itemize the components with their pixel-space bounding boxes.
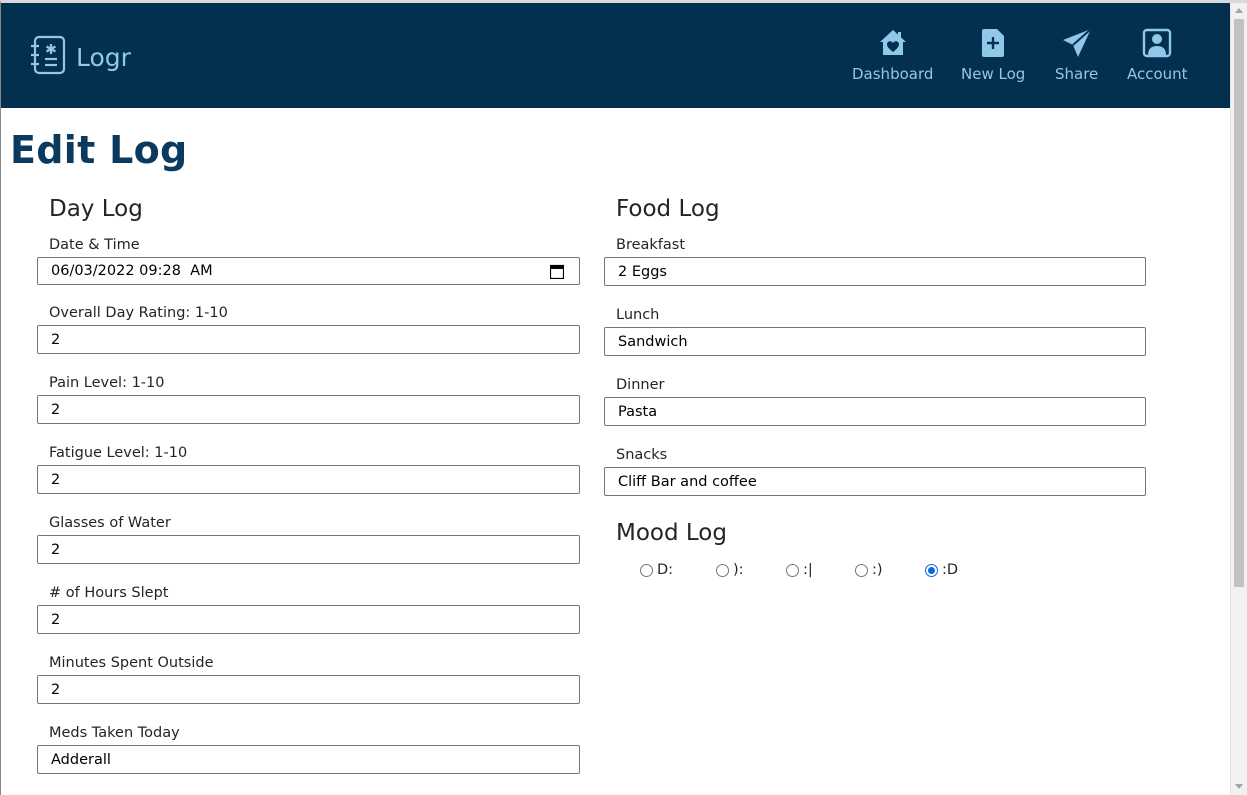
breakfast-input[interactable]: 2 Eggs <box>604 257 1146 286</box>
meds-input[interactable]: Adderall <box>37 745 580 774</box>
brand[interactable]: Logr <box>29 35 131 75</box>
pain-level-input[interactable]: 2 <box>37 395 580 424</box>
top-navbar: Logr Dashboard New Log Share Account <box>1 3 1230 108</box>
house-heart-icon <box>879 30 906 55</box>
food-log-title: Food Log <box>616 196 720 222</box>
snacks-label: Snacks <box>616 447 668 463</box>
meds-value: Adderall <box>51 751 111 768</box>
scroll-down-arrow-icon[interactable] <box>1235 784 1243 789</box>
minutes-outside-input[interactable]: 2 <box>37 675 580 704</box>
mood-option-neutral[interactable]: :| <box>786 562 813 578</box>
date-time-input[interactable]: 06/03/2022 09:28 AM <box>37 257 580 285</box>
nav-account-label: Account <box>1127 65 1188 83</box>
brand-name: Logr <box>76 42 131 72</box>
mood-radio-sad[interactable] <box>716 563 729 577</box>
mood-label-sad: ): <box>733 562 744 578</box>
mood-option-sad[interactable]: ): <box>716 562 744 578</box>
pain-level-value: 2 <box>51 401 61 418</box>
lunch-value: Sandwich <box>618 333 688 350</box>
mood-radio-very-happy[interactable] <box>925 563 938 577</box>
day-rating-value: 2 <box>51 331 61 348</box>
fatigue-level-input[interactable]: 2 <box>37 465 580 494</box>
nav-account[interactable]: Account <box>1127 27 1188 83</box>
mood-log-title: Mood Log <box>616 520 727 546</box>
fatigue-level-value: 2 <box>51 471 61 488</box>
minutes-outside-label: Minutes Spent Outside <box>49 655 214 671</box>
pain-level-label: Pain Level: 1-10 <box>49 375 165 391</box>
dinner-value: Pasta <box>618 403 658 420</box>
water-label: Glasses of Water <box>49 515 171 531</box>
hours-slept-value: 2 <box>51 611 61 628</box>
journal-icon <box>31 35 66 75</box>
mood-label-very-happy: :D <box>942 562 959 578</box>
nav-new-log[interactable]: New Log <box>961 27 1025 83</box>
day-rating-label: Overall Day Rating: 1-10 <box>49 305 228 321</box>
calendar-icon[interactable] <box>550 264 564 279</box>
water-input[interactable]: 2 <box>37 535 580 564</box>
mood-radio-neutral[interactable] <box>786 563 799 577</box>
page-title: Edit Log <box>10 128 188 172</box>
scroll-thumb[interactable] <box>1234 19 1244 587</box>
send-icon <box>1062 28 1092 57</box>
nav-dashboard[interactable]: Dashboard <box>852 27 933 83</box>
mood-option-happy[interactable]: :) <box>855 562 883 578</box>
mood-option-very-happy[interactable]: :D <box>925 562 958 578</box>
breakfast-label: Breakfast <box>616 237 686 253</box>
meds-label: Meds Taken Today <box>49 725 180 741</box>
mood-label-happy: :) <box>872 562 883 578</box>
nav-new-log-label: New Log <box>961 65 1026 83</box>
dinner-label: Dinner <box>616 377 665 393</box>
lunch-input[interactable]: Sandwich <box>604 327 1146 356</box>
day-rating-input[interactable]: 2 <box>37 325 580 354</box>
minutes-outside-value: 2 <box>51 681 61 698</box>
mood-label-very-sad: D: <box>657 562 674 578</box>
date-time-label: Date & Time <box>49 237 140 253</box>
snacks-input[interactable]: Cliff Bar and coffee <box>604 467 1146 496</box>
water-value: 2 <box>51 541 61 558</box>
mood-radio-happy[interactable] <box>855 563 868 577</box>
mood-option-very-sad[interactable]: D: <box>640 562 673 578</box>
hours-slept-input[interactable]: 2 <box>37 605 580 634</box>
person-square-icon <box>1143 28 1172 58</box>
lunch-label: Lunch <box>616 307 660 323</box>
mood-radio-very-sad[interactable] <box>640 563 653 577</box>
hours-slept-label: # of Hours Slept <box>49 585 169 601</box>
snacks-value: Cliff Bar and coffee <box>618 473 757 490</box>
dinner-input[interactable]: Pasta <box>604 397 1146 426</box>
nav-share[interactable]: Share <box>1055 27 1098 83</box>
nav-dashboard-label: Dashboard <box>852 65 934 83</box>
fatigue-level-label: Fatigue Level: 1-10 <box>49 445 188 461</box>
mood-label-neutral: :| <box>803 562 813 578</box>
nav-share-label: Share <box>1055 65 1099 83</box>
page-scrollbar[interactable] <box>1230 3 1247 795</box>
date-time-value: 06/03/2022 09:28 AM <box>51 263 213 279</box>
scroll-up-arrow-icon[interactable] <box>1235 8 1243 13</box>
file-plus-icon <box>982 29 1005 57</box>
day-log-title: Day Log <box>49 196 143 222</box>
breakfast-value: 2 Eggs <box>618 263 667 280</box>
